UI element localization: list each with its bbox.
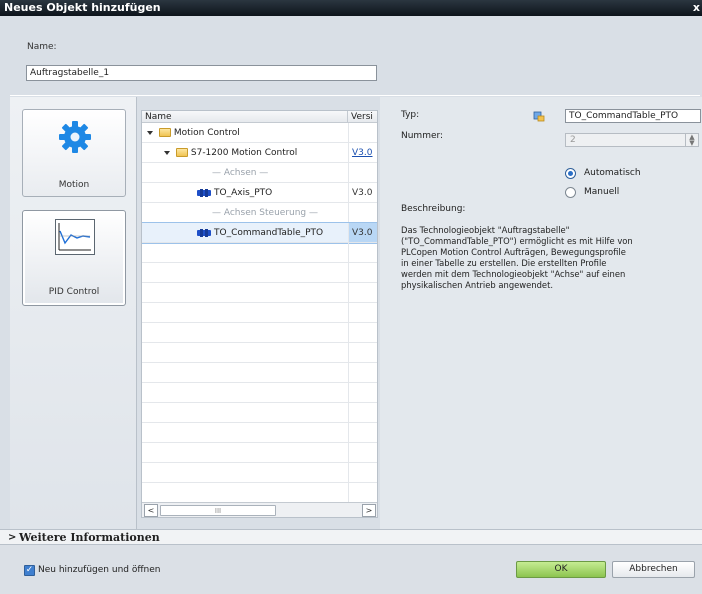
tree-row-version xyxy=(348,383,377,402)
name-input[interactable] xyxy=(26,65,377,81)
dialog-title-bar: Neues Objekt hinzufügen x xyxy=(0,0,702,16)
expand-arrow-icon[interactable]: > xyxy=(8,530,16,546)
tree-row-version xyxy=(348,163,377,182)
number-value: 2 xyxy=(570,135,576,145)
object-type-icon xyxy=(533,111,545,122)
tree-row-empty xyxy=(142,423,377,443)
tree-row-empty xyxy=(142,363,377,383)
tree-row-empty xyxy=(142,443,377,463)
dialog-footer: ✓ Neu hinzufügen und öffnen OK Abbrechen xyxy=(0,545,702,594)
tree-header: Name Versi xyxy=(142,111,377,123)
number-spinner[interactable]: ▲ ▼ xyxy=(685,134,698,147)
tree-row-version xyxy=(348,283,377,302)
ok-button[interactable]: OK xyxy=(516,561,606,578)
scroll-thumb[interactable]: III xyxy=(160,505,276,516)
column-header-version[interactable]: Versi xyxy=(348,111,377,123)
description-label: Beschreibung: xyxy=(401,204,466,214)
tree-row-version: V3.0 xyxy=(348,183,377,202)
tree-row-version xyxy=(348,123,377,142)
tree-row-version xyxy=(348,323,377,342)
tree-row-empty xyxy=(142,463,377,483)
pid-graph-icon xyxy=(55,219,95,255)
add-and-open-checkbox[interactable]: ✓ xyxy=(24,565,35,576)
tree-row-empty xyxy=(142,483,377,503)
tree-row-version xyxy=(348,443,377,462)
tree-row-version xyxy=(348,303,377,322)
type-field: TO_CommandTable_PTO xyxy=(565,109,701,123)
tree-row-group-achsen-steuerung: — Achsen Steuerung — xyxy=(142,203,377,223)
tree-row-label: S7-1200 Motion Control xyxy=(190,148,298,158)
radio-automatic-label[interactable]: Automatisch xyxy=(584,168,641,178)
tree-row-version xyxy=(348,423,377,442)
tree-row-version xyxy=(348,463,377,482)
tree-row-version xyxy=(348,483,377,502)
more-info-label[interactable]: Weitere Informationen xyxy=(19,530,160,546)
cancel-button[interactable]: Abbrechen xyxy=(612,561,695,578)
category-panel: Motion PID Control xyxy=(10,97,137,529)
category-tile-motion[interactable]: Motion xyxy=(22,109,126,197)
gear-icon xyxy=(59,121,91,153)
tree-row-version xyxy=(348,403,377,422)
category-tile-pid-control[interactable]: PID Control xyxy=(22,210,126,306)
tree-group-label: — Achsen Steuerung — xyxy=(212,208,319,218)
tree-row-version xyxy=(348,263,377,282)
category-label-motion: Motion xyxy=(58,180,90,190)
number-field[interactable]: 2 ▲ ▼ xyxy=(565,133,699,147)
tree-row-label: TO_CommandTable_PTO xyxy=(214,228,324,238)
tree-row-empty xyxy=(142,283,377,303)
tree-row-empty xyxy=(142,383,377,403)
tree-row-empty xyxy=(142,303,377,323)
tree-row-version xyxy=(348,363,377,382)
tree-row-empty xyxy=(142,323,377,343)
technology-object-icon xyxy=(197,228,211,237)
folder-icon xyxy=(158,128,171,137)
tree-row-version xyxy=(348,203,377,222)
divider xyxy=(10,95,700,96)
tree-group-label: — Achsen — xyxy=(212,168,269,178)
tree-row-version: V3.0 xyxy=(348,223,377,242)
radio-automatic[interactable] xyxy=(565,168,576,179)
column-header-name[interactable]: Name xyxy=(142,111,348,123)
tree-row-version xyxy=(348,343,377,362)
expand-arrow-icon[interactable] xyxy=(164,150,170,155)
expand-arrow-icon[interactable] xyxy=(147,130,153,135)
category-label-pid-control: PID Control xyxy=(48,287,100,297)
radio-manual-label[interactable]: Manuell xyxy=(584,187,619,197)
tree-row-label: TO_Axis_PTO xyxy=(214,188,273,198)
horizontal-scrollbar[interactable]: < III > xyxy=(142,502,377,517)
tree-row-s7-1200-motion-control[interactable]: S7-1200 Motion Control V3.0 xyxy=(142,143,377,163)
tree-row-label: Motion Control xyxy=(173,128,240,138)
tree-row-motion-control[interactable]: Motion Control xyxy=(142,123,377,143)
radio-manual[interactable] xyxy=(565,187,576,198)
scroll-right-button[interactable]: > xyxy=(362,504,376,517)
details-panel: Typ: TO_CommandTable_PTO Nummer: 2 ▲ ▼ Au… xyxy=(380,97,702,529)
close-icon[interactable]: x xyxy=(693,0,700,16)
add-object-dialog: Neues Objekt hinzufügen x Name: Auftrags… xyxy=(0,0,702,594)
add-and-open-label[interactable]: Neu hinzufügen und öffnen xyxy=(38,565,161,575)
tree-row-empty xyxy=(142,403,377,423)
tree-row-empty xyxy=(142,243,377,263)
scroll-left-button[interactable]: < xyxy=(144,504,158,517)
number-label: Nummer: xyxy=(401,131,444,141)
tree-row-group-achsen: — Achsen — xyxy=(142,163,377,183)
more-info-bar[interactable]: > Weitere Informationen xyxy=(0,529,702,545)
tree-row-to-axis-pto[interactable]: TO_Axis_PTO V3.0 xyxy=(142,183,377,203)
dialog-title: Neues Objekt hinzufügen xyxy=(4,1,161,14)
tree-row-empty xyxy=(142,343,377,363)
description-text: Das Technologieobjekt "Auftragstabelle" … xyxy=(401,225,633,290)
technology-object-icon xyxy=(197,188,211,197)
type-label: Typ: xyxy=(401,110,420,120)
folder-icon xyxy=(175,148,188,157)
version-link[interactable]: V3.0 xyxy=(348,143,377,162)
tree-row-empty xyxy=(142,263,377,283)
tree-row-version xyxy=(348,243,377,262)
name-label: Name: xyxy=(27,42,57,52)
object-tree: Name Versi Motion Control S7-1200 Motion… xyxy=(141,110,378,518)
tree-row-to-commandtable-pto[interactable]: TO_CommandTable_PTO V3.0 xyxy=(142,222,377,244)
